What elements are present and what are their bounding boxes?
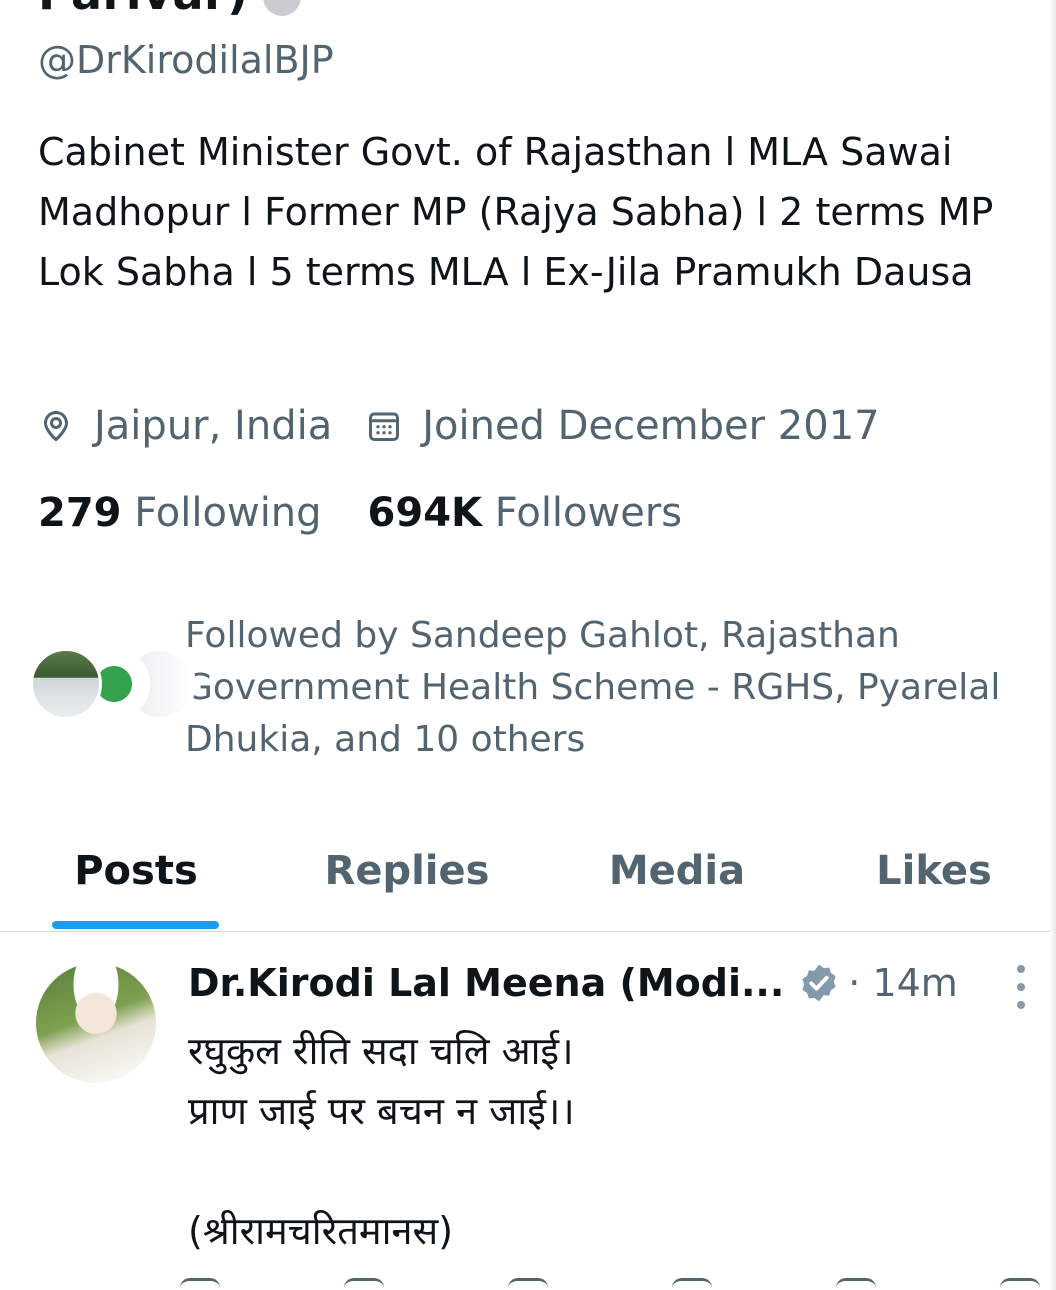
calendar-icon — [369, 412, 400, 441]
location-item: Jaipur, India — [38, 403, 332, 449]
following-link[interactable]: 279 Following — [38, 490, 322, 536]
reply-icon[interactable] — [180, 1278, 220, 1290]
followers-link[interactable]: 694K Followers — [368, 490, 683, 536]
follower-avatars — [30, 648, 196, 728]
tab-likes[interactable]: Likes — [812, 810, 1056, 931]
avatar — [30, 648, 102, 720]
tab-label: Replies — [324, 847, 490, 894]
post-header: Dr.Kirodi Lal Meena (Modi... · 14m — [188, 961, 958, 1005]
post-author-name[interactable]: Dr.Kirodi Lal Meena (Modi... — [188, 961, 784, 1005]
post-timestamp[interactable]: · 14m — [848, 961, 958, 1005]
profile-bio: Cabinet Minister Govt. of Rajasthan l ML… — [38, 130, 994, 294]
followers-label: Followers — [494, 490, 683, 536]
followed-by-text: Followed by Sandeep Gahlot, Rajasthan Go… — [185, 615, 1001, 760]
following-count: 279 — [38, 490, 122, 536]
joined-item: Joined December 2017 — [366, 403, 880, 449]
verified-icon — [802, 964, 836, 1002]
verified-icon — [262, 0, 301, 16]
views-icon[interactable] — [672, 1278, 712, 1290]
profile-name: Parivar) — [38, 0, 301, 20]
tab-media[interactable]: Media — [542, 810, 812, 931]
followed-by[interactable]: Followed by Sandeep Gahlot, Rajasthan Go… — [30, 610, 1015, 766]
scrollbar[interactable] — [1050, 0, 1056, 1290]
joined-text: Joined December 2017 — [422, 403, 880, 449]
tab-label: Posts — [74, 847, 198, 894]
location-text: Jaipur, India — [94, 403, 333, 449]
tab-posts[interactable]: Posts — [0, 810, 272, 931]
post[interactable]: Dr.Kirodi Lal Meena (Modi... · 14m रघुकु… — [0, 933, 1056, 1290]
post-actions — [180, 1278, 1040, 1290]
profile-name-text: Parivar) — [38, 0, 249, 20]
repost-icon[interactable] — [344, 1278, 384, 1290]
following-label: Following — [134, 490, 322, 536]
post-text: रघुकुल रीति सदा चलि आई। प्राण जाई पर बचन… — [188, 1029, 575, 1253]
followers-count: 694K — [367, 490, 483, 536]
tab-replies[interactable]: Replies — [272, 810, 542, 931]
profile-meta: Jaipur, India Joined December 2017 — [38, 398, 914, 454]
follow-stats: 279 Following 694K Followers — [38, 490, 728, 536]
active-tab-indicator — [52, 921, 219, 929]
avatar[interactable] — [36, 963, 156, 1083]
more-icon[interactable] — [1008, 965, 1034, 1009]
tab-label: Media — [608, 847, 746, 894]
profile-handle: @DrKirodilalBJP — [38, 38, 334, 82]
share-icon[interactable] — [1000, 1278, 1040, 1290]
bookmark-icon[interactable] — [836, 1278, 876, 1290]
profile-tabs: Posts Replies Media Likes — [0, 810, 1056, 932]
like-icon[interactable] — [508, 1278, 548, 1290]
location-icon — [44, 411, 68, 442]
tab-label: Likes — [876, 847, 992, 894]
